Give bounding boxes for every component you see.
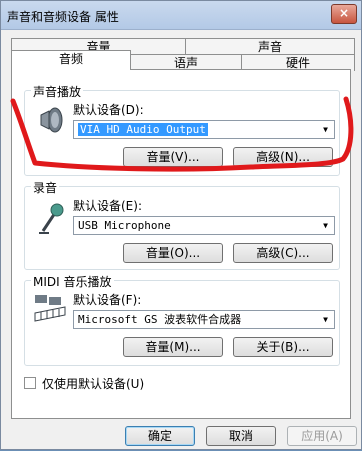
use-default-only-label: 仅使用默认设备(U) (42, 377, 145, 391)
window-title: 声音和音频设备 属性 (7, 10, 119, 24)
recording-group: 录音 默认设备(E): USB Microphone ▼ 音量(O)... 高级… (24, 179, 340, 270)
apply-button[interactable]: 应用(A) (287, 426, 357, 446)
playback-volume-button[interactable]: 音量(V)... (123, 147, 223, 167)
midi-device-select[interactable]: Microsoft GS 波表软件合成器 ▼ (73, 310, 335, 329)
close-button[interactable]: × (331, 4, 357, 24)
recording-device-select[interactable]: USB Microphone ▼ (73, 216, 335, 235)
speaker-icon (40, 107, 63, 133)
recording-device-value: USB Microphone (78, 219, 171, 232)
midi-device-value: Microsoft GS 波表软件合成器 (78, 313, 242, 326)
playback-advanced-button[interactable]: 高级(N)... (233, 147, 333, 167)
cancel-button[interactable]: 取消 (206, 426, 276, 446)
midi-group-title: MIDI 音乐播放 (31, 273, 114, 290)
midi-group: MIDI 音乐播放 默认设备(F): Microsoft GS 波表软件合成器 … (24, 273, 340, 366)
recording-default-device-label: 默认设备(E): (73, 199, 142, 213)
ok-button[interactable]: 确定 (125, 426, 195, 446)
recording-group-title: 录音 (31, 179, 60, 196)
title-bar[interactable]: 声音和音频设备 属性 × (1, 1, 361, 30)
midi-keyboard-icon (34, 295, 66, 322)
playback-group: 声音播放 默认设备(D): VIA HD Audio Output ▼ 音量(V… (24, 83, 340, 176)
midi-default-device-label: 默认设备(F): (73, 293, 142, 307)
chevron-down-icon: ▼ (323, 315, 328, 324)
audio-tab-panel: 声音播放 默认设备(D): VIA HD Audio Output ▼ 音量(V… (11, 69, 351, 419)
playback-group-title: 声音播放 (31, 83, 84, 100)
tab-sounds[interactable]: 声音 (185, 38, 355, 55)
tab-audio[interactable]: 音频 (11, 50, 131, 70)
midi-volume-button[interactable]: 音量(M)... (123, 337, 223, 357)
properties-window: 声音和音频设备 属性 × 音量 声音 音频 语声 硬件 声音播放 默认设备(D)… (0, 0, 362, 450)
chevron-down-icon: ▼ (323, 221, 328, 230)
playback-device-value: VIA HD Audio Output (78, 123, 208, 136)
recording-advanced-button[interactable]: 高级(C)... (233, 243, 333, 263)
chevron-down-icon: ▼ (323, 125, 328, 134)
use-default-only-checkbox[interactable] (24, 377, 36, 389)
recording-volume-button[interactable]: 音量(O)... (123, 243, 223, 263)
microphone-icon (39, 203, 64, 234)
playback-default-device-label: 默认设备(D): (73, 103, 144, 117)
playback-device-select[interactable]: VIA HD Audio Output ▼ (73, 120, 335, 139)
midi-about-button[interactable]: 关于(B)... (233, 337, 333, 357)
